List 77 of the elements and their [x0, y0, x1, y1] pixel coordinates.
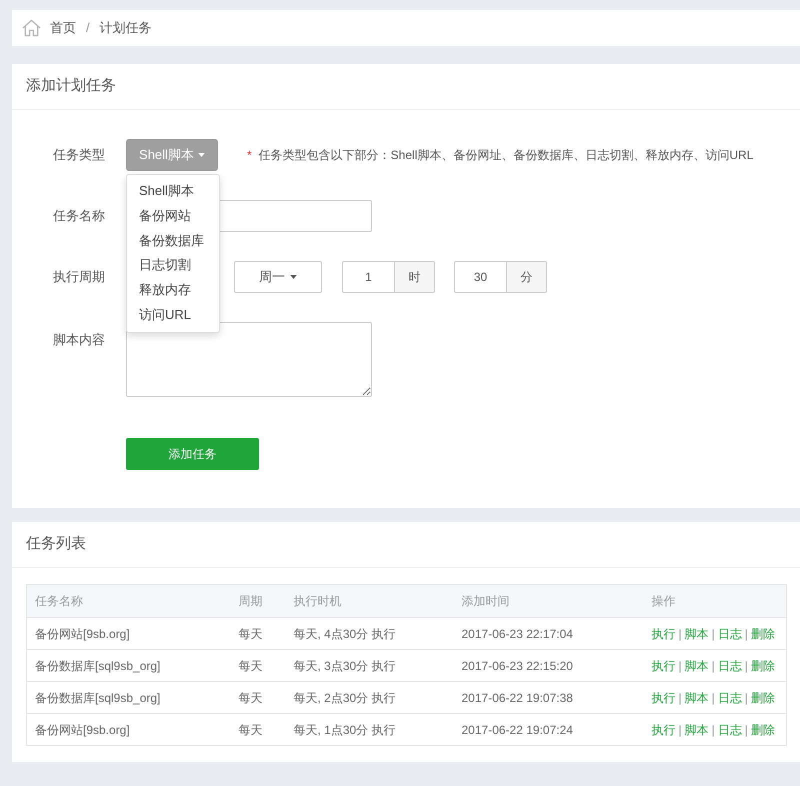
action-link[interactable]: 删除	[750, 690, 775, 704]
form-label: 任务类型	[53, 147, 105, 162]
caret-icon	[198, 153, 205, 157]
section-title: 任务列表	[26, 534, 86, 554]
action-link[interactable]: 脚本	[684, 722, 709, 736]
dropdown-option[interactable]: 日志切割	[127, 253, 219, 278]
breadcrumb-link[interactable]: 首页	[50, 18, 76, 38]
action-link[interactable]: 脚本	[684, 658, 709, 672]
link-separator: |	[678, 658, 682, 672]
form-label: 任务名称	[53, 208, 105, 224]
table-cell: 每天, 2点30分 执行	[286, 682, 454, 714]
table-cell: 2017-06-22 19:07:24	[454, 714, 644, 746]
table-cell: 备份数据库[sql9sb_org]	[26, 682, 230, 714]
table-cell: 每天	[230, 618, 286, 650]
link-separator: |	[744, 722, 748, 736]
action-link[interactable]: 日志	[718, 658, 742, 672]
table-cell: 2017-06-23 22:15:20	[454, 650, 644, 682]
table-cell: 2017-06-22 19:07:38	[454, 682, 644, 714]
breadcrumb-separator: /	[86, 19, 90, 38]
dropdown-option[interactable]: Shell脚本	[127, 179, 219, 204]
home-icon[interactable]	[22, 19, 41, 37]
unit-label: 时	[394, 261, 435, 293]
action-link[interactable]: 删除	[750, 658, 775, 672]
action-link[interactable]: 删除	[750, 722, 775, 736]
column-header: 任务名称	[26, 584, 230, 618]
column-header: 周期	[230, 584, 286, 618]
table-cell: 每天, 4点30分 执行	[286, 618, 454, 650]
action-link[interactable]: 脚本	[684, 690, 709, 704]
dropdown-option[interactable]: 备份网站	[127, 204, 219, 229]
table-cell: 备份网站[9sb.org]	[26, 618, 230, 650]
breadcrumb-link[interactable]: 计划任务	[100, 18, 152, 38]
required-mark: *	[247, 147, 252, 164]
link-separator: |	[678, 722, 682, 736]
script-content-field[interactable]	[126, 322, 372, 397]
add-task-button[interactable]: 添加任务	[126, 438, 259, 470]
minute-field[interactable]: 30	[454, 261, 507, 293]
action-link[interactable]: 脚本	[684, 626, 709, 640]
table-cell: 每天, 3点30分 执行	[286, 650, 454, 682]
action-link[interactable]: 执行	[652, 690, 676, 704]
link-separator: |	[678, 626, 682, 640]
hint-text: 任务类型包含以下部分：Shell脚本、备份网址、备份数据库、日志切割、释放内存、访问URL	[258, 147, 754, 164]
action-link[interactable]: 执行	[652, 626, 676, 640]
link-separator: |	[712, 722, 715, 736]
link-separator: |	[678, 690, 682, 704]
weekday-select[interactable]: 周一	[234, 261, 322, 293]
dropdown-option[interactable]: 备份数据库	[127, 228, 219, 254]
section-title: 添加计划任务	[26, 76, 116, 96]
table-cell: 每天	[230, 682, 286, 714]
column-header: 添加时间	[454, 584, 644, 618]
action-link[interactable]: 执行	[652, 658, 676, 672]
table-cell: 每天	[230, 650, 286, 682]
dropdown-option[interactable]: 访问URL	[127, 302, 219, 328]
link-separator: |	[744, 626, 748, 640]
form-label: 执行周期	[53, 269, 105, 284]
link-separator: |	[744, 658, 748, 672]
table-cell: 每天	[230, 714, 286, 746]
action-link[interactable]: 删除	[750, 626, 775, 640]
action-link[interactable]: 日志	[718, 626, 742, 640]
dropdown-option[interactable]: 释放内存	[127, 278, 219, 303]
action-link[interactable]: 日志	[718, 722, 742, 736]
form-label: 脚本内容	[53, 332, 105, 347]
table-cell: 2017-06-23 22:17:04	[454, 618, 644, 650]
unit-label: 分	[506, 261, 547, 293]
link-separator: |	[712, 658, 715, 672]
action-link[interactable]: 执行	[652, 722, 676, 736]
action-link[interactable]: 日志	[718, 690, 742, 704]
hour-field[interactable]: 1	[342, 261, 395, 293]
table-cell: 每天, 1点30分 执行	[286, 714, 454, 746]
table-cell: 备份数据库[sql9sb_org]	[26, 650, 230, 682]
task-type-dropdown[interactable]: Shell脚本	[126, 139, 218, 171]
link-separator: |	[744, 690, 748, 704]
caret-icon	[290, 275, 297, 279]
column-header: 执行时机	[286, 584, 454, 618]
link-separator: |	[712, 626, 715, 640]
link-separator: |	[712, 690, 715, 704]
table-cell: 备份网站[9sb.org]	[26, 714, 230, 746]
column-header: 操作	[644, 584, 786, 618]
